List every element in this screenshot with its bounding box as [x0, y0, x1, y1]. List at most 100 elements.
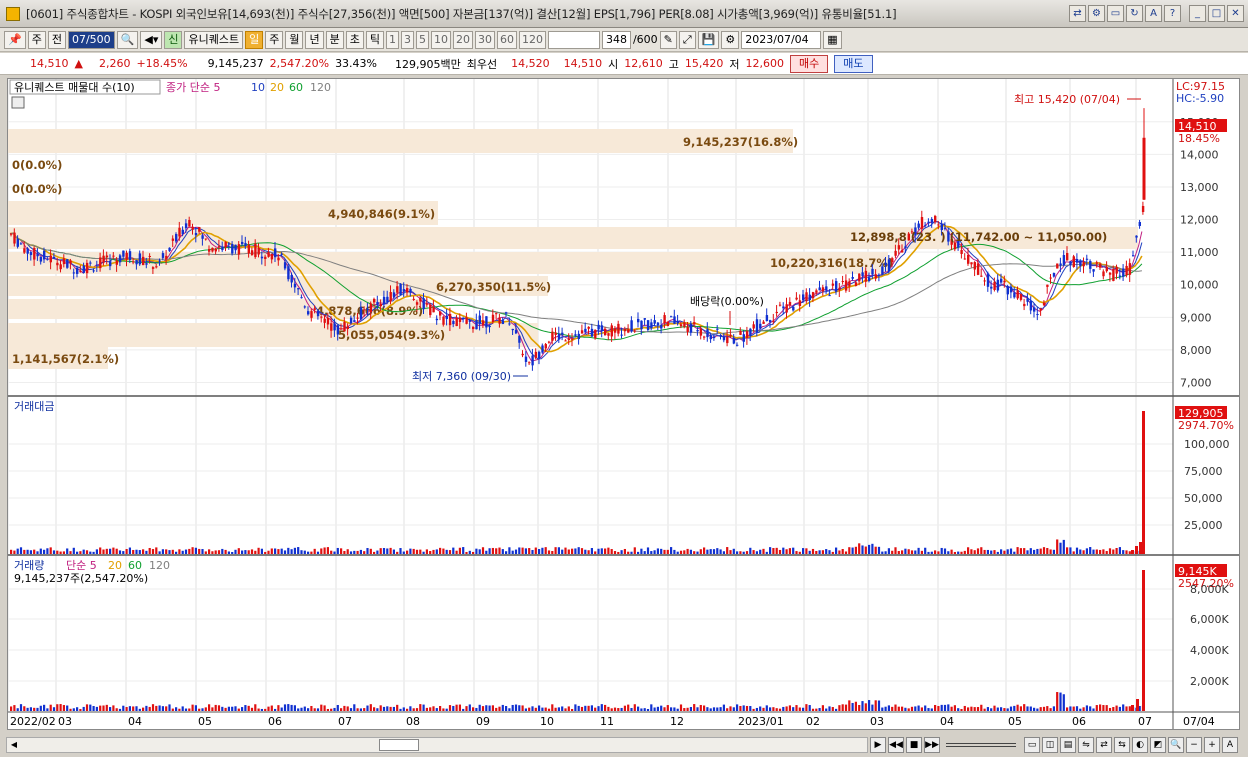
period-second-button[interactable]: 초 — [345, 30, 364, 49]
volume-ma-120-label: 120 — [149, 559, 170, 572]
amount-bar — [643, 551, 646, 554]
amount-bar — [518, 547, 521, 554]
volume-bar — [580, 706, 584, 711]
sell-button[interactable]: 매도 — [834, 54, 873, 73]
period-year-button[interactable]: 년 — [305, 30, 324, 49]
period-minute-button[interactable]: 분 — [325, 30, 344, 49]
volume-bar — [762, 707, 765, 711]
volume-bar — [1039, 707, 1042, 711]
play-icon[interactable]: ▶ — [870, 736, 886, 753]
amount-bar — [1006, 549, 1009, 554]
candle-body — [716, 328, 719, 330]
pin-icon[interactable]: 📌 — [4, 30, 26, 49]
tool-icon[interactable]: ▭ — [1024, 736, 1040, 753]
minute-30-button[interactable]: 30 — [474, 30, 495, 49]
volume-bar — [861, 701, 864, 711]
scroll-thumb[interactable] — [379, 738, 419, 751]
volume-bar — [610, 708, 613, 711]
minute-120-button[interactable]: 120 — [518, 30, 546, 49]
minimize-button[interactable]: _ — [1189, 5, 1206, 22]
amount-bar — [468, 550, 471, 554]
config-icon[interactable]: ⚙ — [721, 30, 740, 49]
settings-icon[interactable]: ⚙ — [1088, 5, 1105, 22]
amount-bar — [307, 551, 310, 554]
amount-bar — [891, 550, 894, 554]
candle-body — [1128, 263, 1132, 275]
minute-3-button[interactable]: 3 — [400, 30, 414, 49]
volume-bar — [722, 704, 725, 711]
amount-bar — [165, 549, 168, 554]
candle-body — [214, 248, 217, 252]
volume-bar — [485, 705, 488, 711]
volume-bar — [412, 708, 415, 711]
zoom-icon[interactable]: 🔍 — [1168, 736, 1184, 753]
candle-body — [854, 282, 858, 286]
custom-period-input[interactable] — [547, 30, 600, 49]
fast-forward-icon[interactable]: ▶▶ — [924, 736, 940, 753]
draw-tool-icon[interactable]: ✎ — [659, 30, 677, 49]
tool-icon[interactable]: ⇋ — [1078, 736, 1094, 753]
volume-bar — [564, 708, 567, 711]
candle-body — [670, 316, 673, 318]
quote-price: 14,510 — [30, 57, 69, 70]
x-axis-label: 03 — [870, 715, 884, 728]
minute-60-button[interactable]: 60 — [496, 30, 517, 49]
candle-body — [72, 272, 76, 274]
amount-bar — [597, 548, 600, 554]
font-icon[interactable]: A — [1145, 5, 1162, 22]
stock-code-input[interactable]: 07/500 — [67, 30, 115, 49]
stop-icon[interactable]: ■ — [906, 736, 922, 753]
tool-icon[interactable]: ◩ — [1150, 736, 1166, 753]
table-icon[interactable] — [11, 96, 25, 109]
count-input[interactable]: 348 — [601, 30, 631, 49]
candle-body — [752, 324, 755, 329]
tool-icon[interactable]: ▤ — [1060, 736, 1076, 753]
calendar-icon[interactable]: ▦ — [823, 30, 842, 49]
volume-y-tick: 2,000K — [1190, 675, 1229, 688]
speaker-icon[interactable]: ◀▾ — [140, 30, 163, 49]
zoom-in-icon[interactable]: + — [1204, 736, 1220, 753]
period-month-button[interactable]: 월 — [285, 30, 304, 49]
candle-body — [970, 262, 973, 265]
tool-icon[interactable]: ◫ — [1042, 736, 1058, 753]
refresh-icon[interactable]: ↻ — [1126, 5, 1143, 22]
tool-icon[interactable]: ◐ — [1132, 736, 1148, 753]
amount-bar — [765, 551, 768, 554]
search-icon[interactable]: 🔍 — [116, 30, 139, 49]
minute-20-button[interactable]: 20 — [452, 30, 473, 49]
zoom-out-icon[interactable]: − — [1186, 736, 1202, 753]
period-tick-button[interactable]: 틱 — [365, 30, 384, 49]
candle-body — [739, 331, 742, 335]
minute-10-button[interactable]: 10 — [430, 30, 451, 49]
zoom-slider[interactable] — [946, 742, 1016, 747]
amount-bar — [274, 548, 277, 554]
minute-1-button[interactable]: 1 — [385, 30, 399, 49]
period-day-button[interactable]: 일 — [245, 30, 264, 49]
help-icon[interactable]: ? — [1164, 5, 1181, 22]
volume-bar — [472, 707, 475, 711]
tool-icon[interactable]: ⇆ — [1114, 736, 1130, 753]
save-icon[interactable]: 💾 — [697, 30, 720, 49]
prev-button[interactable]: 전 — [47, 30, 66, 49]
rewind-icon[interactable]: ◀◀ — [888, 736, 904, 753]
chart-area[interactable]: 0(0.0%) 0(0.0%) 9,145,237(16.8%) 4,940,846(… — [7, 78, 1240, 730]
close-button[interactable]: ✕ — [1227, 5, 1244, 22]
date-input[interactable]: 2023/07/04 — [741, 30, 822, 49]
buy-button[interactable]: 매수 — [790, 54, 829, 73]
window-icon[interactable]: ▭ — [1107, 5, 1124, 22]
link-icon[interactable]: ⇄ — [1069, 5, 1086, 22]
period-week-button[interactable]: 주 — [265, 30, 284, 49]
stock-chart[interactable]: 0(0.0%) 0(0.0%) 9,145,237(16.8%) 4,940,846(… — [7, 79, 1239, 729]
minute-5-button[interactable]: 5 — [415, 30, 429, 49]
chart-scrollbar[interactable]: ◀ — [6, 736, 868, 753]
font-size-icon[interactable]: A — [1222, 736, 1238, 753]
amount-bar — [293, 547, 296, 554]
scroll-left-icon[interactable]: ◀ — [7, 738, 21, 752]
maximize-button[interactable]: □ — [1208, 5, 1225, 22]
compare-icon[interactable]: ⤢ — [678, 30, 696, 49]
amount-bar — [363, 551, 366, 554]
candle-body — [224, 241, 227, 248]
period-type-select[interactable]: 주 — [27, 30, 46, 49]
amount-bar — [528, 548, 531, 554]
tool-icon[interactable]: ⇄ — [1096, 736, 1112, 753]
